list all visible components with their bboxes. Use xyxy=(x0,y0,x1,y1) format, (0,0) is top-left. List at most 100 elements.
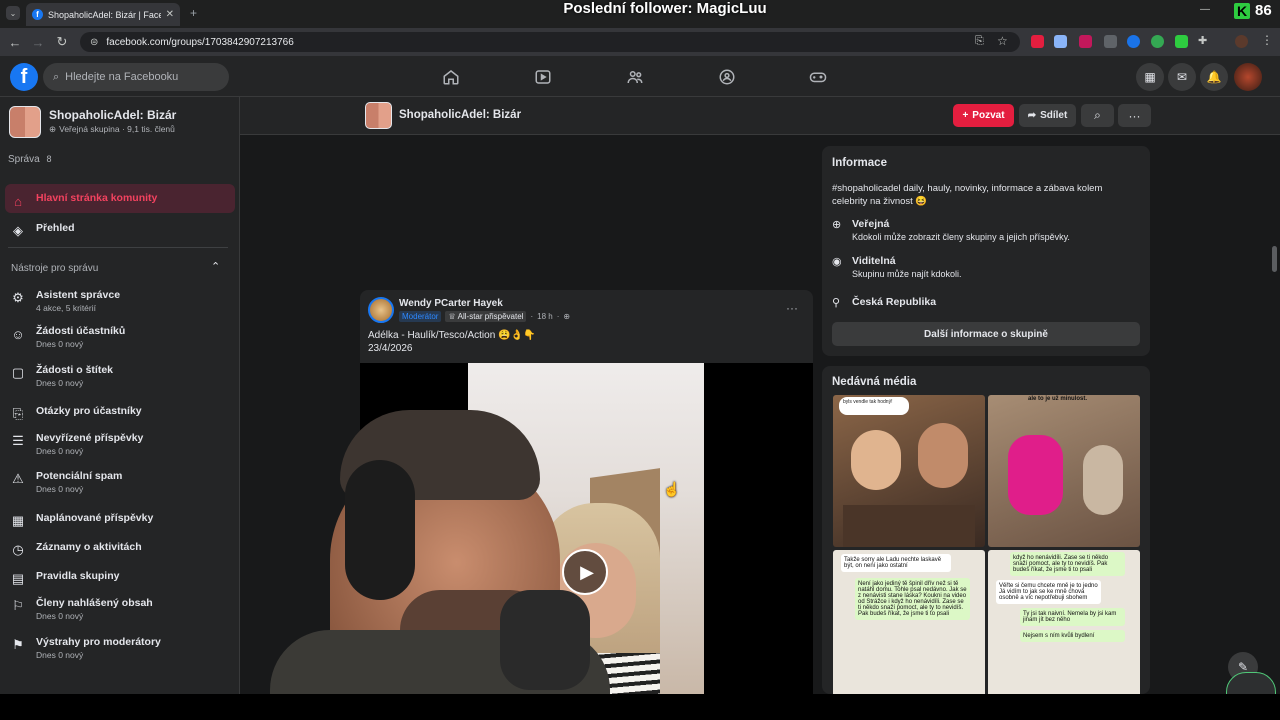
share-button[interactable]: ➦ Sdílet xyxy=(1019,104,1076,127)
friends-nav-icon[interactable] xyxy=(615,64,655,90)
kick-logo-icon: K xyxy=(1234,3,1250,19)
extension-icon[interactable] xyxy=(1104,35,1117,48)
sidebar-item-label: Hlavní stránka komunity xyxy=(36,192,158,204)
group-avatar[interactable] xyxy=(9,106,41,138)
sidebar-item-pending-posts[interactable]: ☰ Nevyřízené příspěvky Dnes 0 nový xyxy=(6,432,234,456)
pending-posts-icon: ☰ xyxy=(12,433,24,448)
webcam-overlay xyxy=(250,400,630,694)
sidebar-item-potential-spam[interactable]: ⚠ Potenciální spam Dnes 0 nový xyxy=(6,470,234,494)
sidebar-item-member-questions[interactable]: ⎘ Otázky pro účastníky xyxy=(6,405,234,422)
tab-search-icon[interactable]: ⌄ xyxy=(6,6,20,20)
site-info-icon[interactable]: ⊜ xyxy=(90,37,98,48)
sidebar-item-label: Potenciální spam xyxy=(36,470,123,482)
group-name[interactable]: ShopaholicAdel: Bizár xyxy=(49,108,176,122)
sidebar-item-activity-log[interactable]: ◷ Záznamy o aktivitách xyxy=(6,541,234,558)
search-icon: ⌕ xyxy=(53,70,60,83)
search-input[interactable]: ⌕ Hledejte na Facebooku xyxy=(43,63,229,91)
manage-heading: Správa 8 xyxy=(8,154,51,165)
post-meta: Moderátor ♕ All-star přispěvatel · 18 h ·… xyxy=(399,311,570,322)
group-meta: ⊕ Veřejná skupina · 9,1 tis. členů xyxy=(49,124,175,135)
sidebar-item-sub: Dnes 0 nový xyxy=(36,650,84,660)
video-nav-icon[interactable] xyxy=(523,64,563,90)
invite-button[interactable]: + Pozvat xyxy=(953,104,1014,127)
extensions-puzzle-icon[interactable]: ✚ xyxy=(1198,34,1207,47)
extension-icon[interactable] xyxy=(1127,35,1140,48)
post-time[interactable]: 18 h xyxy=(537,312,553,321)
viewer-count: 86 xyxy=(1255,2,1272,19)
globe-icon: ⊕ xyxy=(563,312,571,321)
groups-nav-icon[interactable] xyxy=(707,64,747,90)
person-add-icon: ☺ xyxy=(11,326,25,342)
post-author[interactable]: Wendy PCarter Hayek xyxy=(399,298,503,309)
extension-icon[interactable] xyxy=(1031,35,1044,48)
group-search-button[interactable]: ⌕ xyxy=(1081,104,1114,127)
sidebar-item-badge-requests[interactable]: ▢ Žádosti o štítek Dnes 0 nový xyxy=(6,364,234,388)
location-text: Česká Republika xyxy=(852,296,937,308)
sidebar-item-label: Žádosti účastníků xyxy=(36,325,126,337)
about-description: #shopaholicadel daily, hauly, novinky, i… xyxy=(832,183,1103,207)
more-info-button[interactable]: Další informace o skupině xyxy=(832,322,1140,346)
install-app-icon[interactable]: ⎘ xyxy=(975,35,984,48)
extension-icon[interactable] xyxy=(1079,35,1092,48)
extension-icon[interactable] xyxy=(1151,35,1164,48)
facebook-logo-icon[interactable]: f xyxy=(10,63,38,91)
reload-icon[interactable]: ↻ xyxy=(52,32,72,52)
calendar-icon: ▦ xyxy=(11,513,25,528)
media-thumb-2[interactable]: ale to je už minulost. xyxy=(988,395,1140,547)
post-date: 23/4/2026 xyxy=(368,343,413,354)
group-avatar-small[interactable] xyxy=(365,102,392,129)
minimize-icon[interactable]: — xyxy=(1200,4,1210,15)
sidebar-item-label: Výstrahy pro moderátory xyxy=(36,636,161,648)
bookmark-star-icon[interactable]: ☆ xyxy=(997,34,1008,48)
url-bar[interactable]: ⊜ facebook.com/groups/1703842907213766 xyxy=(80,32,1020,52)
sidebar-item-scheduled-posts[interactable]: ▦ Naplánované příspěvky xyxy=(6,512,234,529)
forward-icon[interactable]: → xyxy=(28,32,48,52)
extension-icon[interactable] xyxy=(1054,35,1067,48)
badge-icon: ▢ xyxy=(11,365,25,380)
location-row: ⚲ Česká Republika xyxy=(832,296,936,309)
notifications-bell-icon[interactable]: 🔔 xyxy=(1200,63,1228,91)
group-title[interactable]: ShopaholicAdel: Bizár xyxy=(399,109,521,121)
comic-woman xyxy=(851,430,901,490)
menu-grid-icon[interactable]: ▦ xyxy=(1136,63,1164,91)
search-icon: ⌕ xyxy=(1094,108,1101,122)
sidebar-item-sub: Dnes 0 nový xyxy=(36,446,84,456)
page-scrollbar-thumb[interactable] xyxy=(1272,246,1277,272)
tools-heading: Nástroje pro správu xyxy=(11,263,99,274)
close-icon[interactable]: ✕ xyxy=(166,9,174,20)
sidebar-item-home[interactable]: ⌂ Hlavní stránka komunity xyxy=(6,192,234,209)
trophy-icon: ♕ xyxy=(448,312,456,321)
media-thumb-4[interactable]: když ho nenávidíli. Zase se ti někdo sna… xyxy=(988,550,1140,702)
about-title: Informace xyxy=(832,157,887,169)
chevron-up-icon[interactable]: ⌃ xyxy=(211,260,220,273)
sidebar-item-admin-assistant[interactable]: ⚙ Asistent správce 4 akce, 5 kritérií xyxy=(6,289,234,313)
sidebar-item-member-requests[interactable]: ☺ Žádosti účastníků Dnes 0 nový xyxy=(6,325,234,349)
messenger-icon[interactable]: ✉ xyxy=(1168,63,1196,91)
sidebar-item-sub: Dnes 0 nový xyxy=(36,611,84,621)
gaming-nav-icon[interactable] xyxy=(798,64,838,90)
sidebar-item-moderator-alerts[interactable]: ⚑ Výstrahy pro moderátory Dnes 0 nový xyxy=(6,636,234,660)
author-avatar[interactable] xyxy=(368,297,394,323)
kick-extension-icon[interactable] xyxy=(1175,35,1188,48)
media-thumb-1[interactable]: byls vendle tak hodný! xyxy=(833,395,985,547)
eye-icon: ◉ xyxy=(832,256,842,268)
comic-pink-figure xyxy=(1008,435,1063,515)
sidebar-item-label: Členy nahlášený obsah xyxy=(36,597,153,609)
media-thumb-3[interactable]: Takže sorry ale Ladu nechte laskavě být,… xyxy=(833,550,985,702)
facebook-favicon-icon: f xyxy=(32,9,43,20)
back-icon[interactable]: ← xyxy=(5,32,25,52)
sidebar-item-reported-content[interactable]: ⚐ Členy nahlášený obsah Dnes 0 nový xyxy=(6,597,234,621)
account-avatar[interactable] xyxy=(1234,63,1262,91)
microphone xyxy=(500,590,590,690)
home-nav-icon[interactable] xyxy=(431,64,471,90)
sidebar-item-group-rules[interactable]: ▤ Pravidla skupiny xyxy=(6,570,234,587)
more-options-button[interactable]: ··· xyxy=(1118,104,1151,127)
browser-tab[interactable]: f ShopaholicAdel: Bizár | Faceboo ✕ xyxy=(26,3,180,26)
recent-media-title: Nedávná média xyxy=(832,376,917,388)
sidebar-item-overview[interactable]: ◈ Přehled xyxy=(6,222,234,239)
profile-avatar[interactable] xyxy=(1235,35,1248,48)
new-tab-icon[interactable]: + xyxy=(190,6,197,20)
post-options-icon[interactable]: ··· xyxy=(786,301,798,315)
search-placeholder: Hledejte na Facebooku xyxy=(65,71,179,83)
chrome-menu-icon[interactable]: ⋮ xyxy=(1261,33,1273,47)
